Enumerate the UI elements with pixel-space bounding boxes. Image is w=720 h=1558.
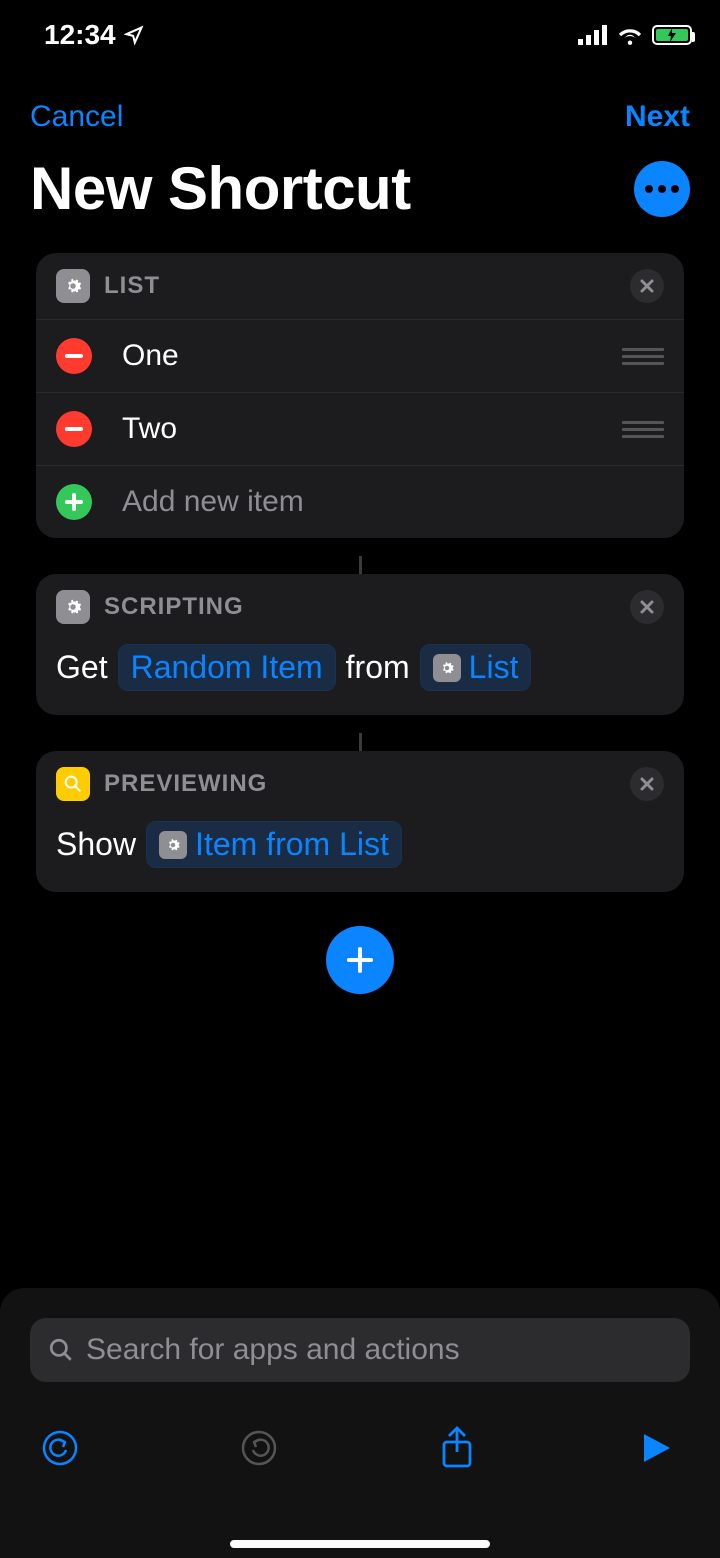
action-card-list: LIST One Two xyxy=(36,253,684,538)
drag-handle-icon[interactable] xyxy=(622,421,664,438)
nav-bar: Cancel Next xyxy=(0,70,720,144)
add-item-row[interactable]: Add new item xyxy=(36,466,684,538)
action-word-from: from xyxy=(346,649,410,686)
add-item-button[interactable] xyxy=(56,484,92,520)
param-item-from-list[interactable]: Item from List xyxy=(146,821,402,868)
search-placeholder: Search for apps and actions xyxy=(86,1333,460,1367)
param-list[interactable]: List xyxy=(420,644,532,691)
undo-button[interactable] xyxy=(36,1424,84,1472)
more-button[interactable] xyxy=(634,161,690,217)
share-button[interactable] xyxy=(433,1424,481,1472)
drag-handle-icon[interactable] xyxy=(622,348,664,365)
delete-action-button[interactable] xyxy=(630,590,664,624)
page-title: New Shortcut xyxy=(30,154,411,223)
list-item[interactable]: One xyxy=(36,320,684,393)
list-item[interactable]: Two xyxy=(36,393,684,466)
gear-icon xyxy=(56,590,90,624)
gear-icon xyxy=(433,654,461,682)
list-item-text[interactable]: Two xyxy=(122,412,622,446)
category-label: PREVIEWING xyxy=(104,770,267,798)
redo-button[interactable] xyxy=(235,1424,283,1472)
run-button[interactable] xyxy=(632,1424,680,1472)
connector-line xyxy=(359,556,362,574)
quicklook-icon xyxy=(56,767,90,801)
delete-action-button[interactable] xyxy=(630,269,664,303)
search-input[interactable]: Search for apps and actions xyxy=(30,1318,690,1382)
connector-line xyxy=(359,733,362,751)
delete-action-button[interactable] xyxy=(630,767,664,801)
cancel-button[interactable]: Cancel xyxy=(30,100,123,134)
status-bar: 12:34 xyxy=(0,0,720,70)
list-item-text[interactable]: One xyxy=(122,339,622,373)
remove-item-button[interactable] xyxy=(56,338,92,374)
category-label: LIST xyxy=(104,272,160,300)
next-button[interactable]: Next xyxy=(625,100,690,134)
wifi-icon xyxy=(616,25,644,45)
search-icon xyxy=(48,1337,74,1363)
gear-icon xyxy=(159,831,187,859)
add-action-button[interactable] xyxy=(326,926,394,994)
gear-icon xyxy=(56,269,90,303)
remove-item-button[interactable] xyxy=(56,411,92,447)
location-icon xyxy=(124,25,144,45)
add-item-placeholder: Add new item xyxy=(122,485,664,519)
bottom-panel: Search for apps and actions xyxy=(0,1288,720,1558)
param-random-item[interactable]: Random Item xyxy=(118,644,336,691)
action-word-show: Show xyxy=(56,826,136,863)
category-label: SCRIPTING xyxy=(104,593,244,621)
action-word-get: Get xyxy=(56,649,108,686)
cellular-icon xyxy=(578,25,608,45)
battery-icon xyxy=(652,25,692,45)
home-indicator[interactable] xyxy=(230,1540,490,1548)
action-card-scripting: SCRIPTING Get Random Item from List xyxy=(36,574,684,715)
status-time: 12:34 xyxy=(44,19,116,51)
action-card-preview: PREVIEWING Show Item from List xyxy=(36,751,684,892)
